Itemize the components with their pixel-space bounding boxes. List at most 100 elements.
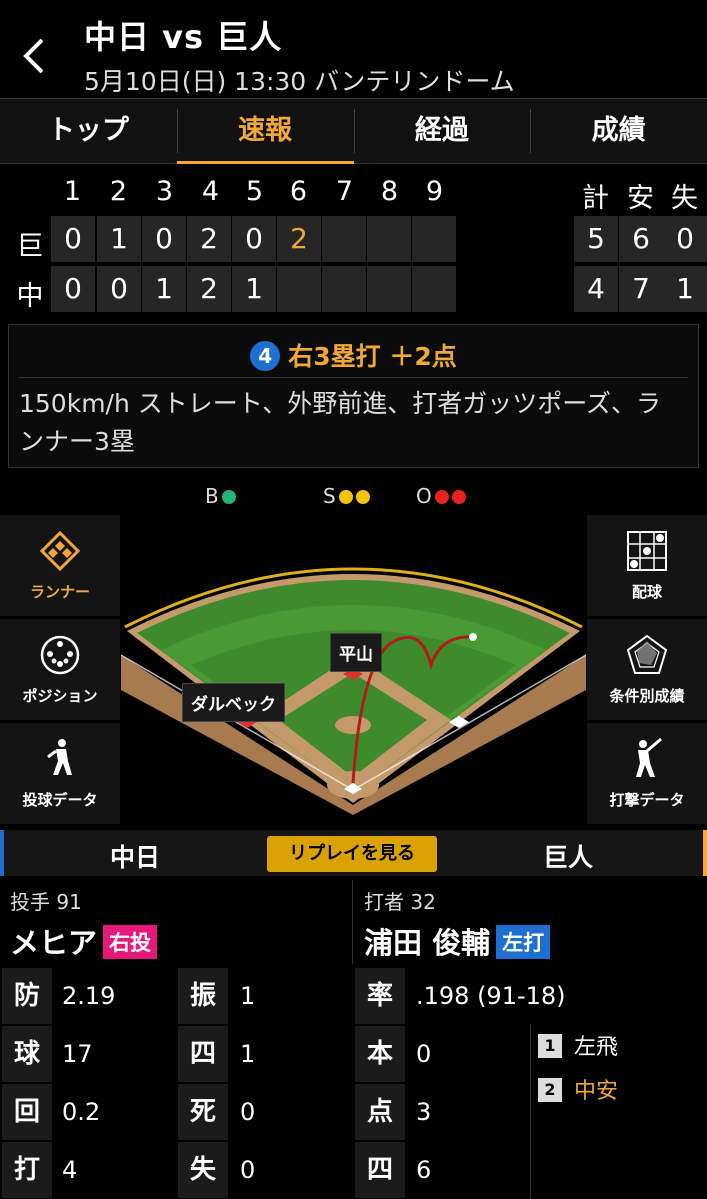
score-cell: 1 (232, 266, 276, 312)
team-label-dragons: 中 (16, 281, 44, 312)
pitcher-icon (47, 739, 72, 775)
out-dot (434, 490, 449, 504)
total-header-hits: 安 (627, 183, 654, 214)
batter-card[interactable]: 打者 32 浦田 俊輔 左打 (354, 880, 704, 964)
score-cell: 1 (142, 266, 186, 312)
pitching-data-button[interactable]: 投球データ (0, 723, 120, 825)
score-cell: 0 (51, 216, 95, 262)
strike-dot (355, 490, 370, 504)
back-button[interactable] (18, 34, 54, 78)
out-count: O (416, 484, 466, 508)
tab-top[interactable]: トップ (0, 99, 177, 163)
score-cell (412, 266, 456, 312)
inning-header: 6 (289, 176, 308, 207)
stat-value: 0 (240, 1098, 256, 1126)
stat-value: 1 (240, 1040, 256, 1068)
inning-header: 4 (201, 176, 220, 207)
batter-name: 浦田 俊輔 (364, 926, 491, 960)
strike-count: S (323, 484, 370, 508)
ball-dot (221, 490, 236, 504)
at-bat-number: 1 (538, 1034, 562, 1058)
score-cell: 2 (277, 216, 321, 262)
play-summary: 4 右3塁打 ＋2点 150km/h ストレート、外野前進、打者ガッツポーズ、ラン… (8, 324, 699, 468)
inning-header: 3 (155, 176, 174, 207)
score-cell (322, 216, 366, 262)
score-cell: 2 (187, 266, 231, 312)
app-header: 中日 vs 巨人 5月10日(日) 13:30 バンテリンドーム (0, 0, 707, 98)
at-bat-result: 左飛 (574, 1035, 619, 1060)
scoreboard: 1 2 3 4 5 6 7 8 9 計 安 失 巨 0 1 0 2 0 2 5 … (0, 166, 707, 316)
batter-role: 打者 32 (364, 890, 436, 914)
stat-key: 死 (178, 1084, 228, 1140)
play-headline: 右3塁打 ＋2点 (288, 342, 457, 371)
play-number-badge: 4 (250, 341, 281, 371)
position-icon (40, 635, 80, 675)
stat-key: 失 (178, 1142, 228, 1198)
home-team-name: 中日 (110, 843, 161, 872)
stat-key: 球 (2, 1026, 52, 1082)
total-cell: 0 (663, 216, 707, 262)
position-button[interactable]: ポジション (0, 619, 120, 721)
score-cell: 0 (97, 266, 141, 312)
batter-hand-badge: 左打 (496, 925, 551, 959)
stats-panel: 防 2.19 球 17 回 0.2 打 4 振 1 四 1 死 0 失 0 率 … (0, 966, 707, 1199)
batter-name-row: 浦田 俊輔 左打 (364, 920, 551, 962)
stat-value: 4 (62, 1156, 78, 1184)
split-stats-button[interactable]: 条件別成績 (587, 619, 707, 721)
stat-key: 四 (178, 1026, 228, 1082)
stat-value: .198 (91-18) (416, 982, 566, 1010)
ball-marker (469, 633, 477, 641)
total-header-errors: 失 (671, 183, 698, 214)
game-subtitle: 5月10日(日) 13:30 バンテリンドーム (84, 67, 515, 96)
runner-diamond-icon (39, 530, 81, 572)
stat-key: 四 (355, 1142, 405, 1198)
total-cell: 4 (574, 266, 618, 312)
tab-live[interactable]: 速報 (176, 99, 354, 164)
stat-value: 6 (416, 1156, 432, 1184)
total-header-runs: 計 (582, 183, 609, 214)
team-bar: 中日 リプレイを見る 巨人 (0, 830, 707, 876)
score-cell: 0 (51, 266, 95, 312)
batter-icon (636, 737, 662, 777)
pitcher-card[interactable]: 投手 91 メヒア 右投 (0, 880, 350, 964)
score-cell (322, 266, 366, 312)
out-label: O (416, 484, 432, 508)
score-cell: 2 (187, 216, 231, 262)
at-bat-item[interactable]: 2 中安 (530, 1070, 707, 1126)
stat-value: 2.19 (62, 982, 116, 1010)
stat-value: 3 (416, 1098, 432, 1126)
fielder-label-dalbec: ダルベック (182, 683, 285, 722)
away-team-name: 巨人 (543, 843, 594, 872)
score-cell: 0 (232, 216, 276, 262)
score-cell (412, 216, 456, 262)
pitcher-role: 投手 91 (10, 890, 82, 914)
pitcher-name-row: メヒア 右投 (10, 920, 158, 962)
out-dot (451, 490, 466, 504)
stat-key: 回 (2, 1084, 52, 1140)
tab-progress[interactable]: 経過 (353, 99, 531, 163)
score-cell (367, 266, 411, 312)
strike-label: S (323, 484, 336, 508)
runner-button[interactable]: ランナー (0, 515, 120, 617)
batting-data-button[interactable]: 打撃データ (587, 723, 707, 825)
stat-value: 1 (240, 982, 256, 1010)
total-cell: 1 (663, 266, 707, 312)
pitch-grid-icon (627, 531, 667, 571)
at-bat-number: 2 (538, 1078, 562, 1102)
stat-key: 防 (2, 968, 52, 1024)
pitcher-name: メヒア (10, 926, 98, 960)
total-cell: 6 (619, 216, 663, 262)
score-cell: 0 (142, 216, 186, 262)
score-cell (367, 216, 411, 262)
inning-header: 8 (380, 176, 399, 207)
inning-header: 5 (245, 176, 264, 207)
tab-stats[interactable]: 成績 (530, 99, 707, 163)
fielder-label-hirayama: 平山 (330, 633, 382, 672)
replay-button[interactable]: リプレイを見る (267, 836, 437, 872)
pitch-sequence-button[interactable]: 配球 (587, 515, 707, 617)
pitch-sequence-label: 配球 (631, 583, 662, 601)
stat-key: 打 (2, 1142, 52, 1198)
divider (352, 880, 353, 964)
position-label: ポジション (22, 687, 98, 705)
score-cell: 1 (97, 216, 141, 262)
